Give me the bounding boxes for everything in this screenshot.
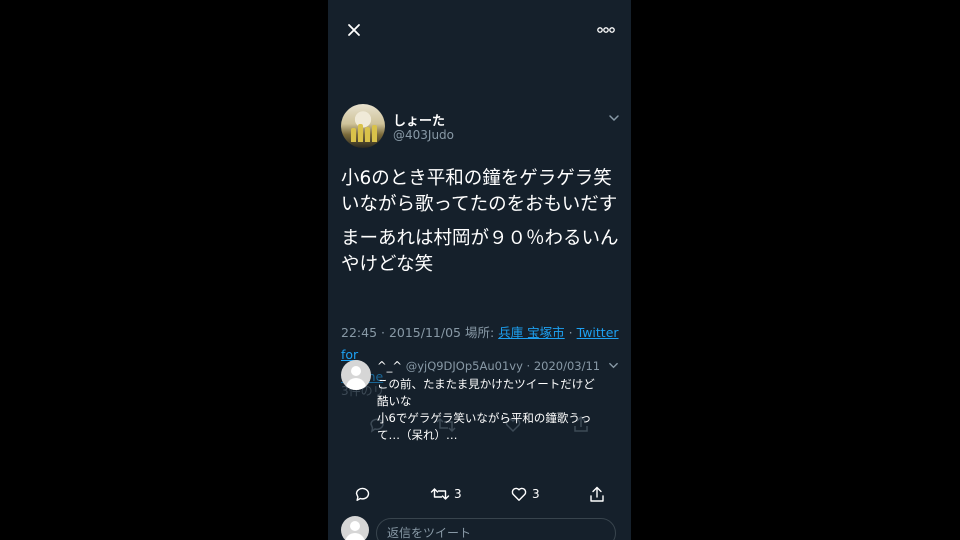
retweet-count: 3: [454, 487, 462, 501]
tweet-detail-screen: しょーた @403Judo 小6のとき平和の鐘をゲラゲラ笑いながら歌ってたのをお…: [328, 0, 631, 540]
author-handle[interactable]: @403Judo: [393, 128, 454, 142]
reply-composer: [328, 516, 631, 540]
chevron-down-icon[interactable]: [608, 112, 620, 124]
share-button[interactable]: [588, 482, 606, 506]
like-count: 3: [532, 487, 540, 501]
reply-text: この前、たまたま見かけたツイートだけど 酷いな 小6でゲラゲラ笑いながら平和の鐘…: [377, 376, 617, 444]
reply-header: ^_^ @yjQ9DJOp5Au01vy · 2020/03/11: [377, 359, 600, 373]
reply-input[interactable]: [376, 518, 616, 540]
reply-handle-date[interactable]: @yjQ9DJOp5Au01vy · 2020/03/11: [406, 359, 600, 373]
reply-author-name[interactable]: ^_^: [377, 359, 402, 373]
tweet-paragraph: 小6のとき平和の鐘をゲラゲラ笑いながら歌ってたのをおもいだす: [341, 168, 618, 215]
reply-line: て…（呆れ）…: [377, 428, 458, 442]
like-icon: [511, 487, 527, 501]
more-options-button[interactable]: [595, 22, 617, 38]
top-bar: [328, 0, 631, 60]
like-button[interactable]: 3: [510, 482, 540, 506]
author-name[interactable]: しょーた: [393, 110, 445, 129]
tweet-timestamp: 22:45 · 2015/11/05: [341, 325, 461, 340]
reply-line: 酷いな: [377, 394, 412, 408]
retweet-icon: [430, 488, 450, 500]
meta-separator: ·: [568, 325, 573, 340]
own-avatar: [341, 516, 369, 540]
reply-line: 小6でゲラゲラ笑いながら平和の鐘歌うっ: [377, 411, 592, 425]
location-link[interactable]: 兵庫 宝塚市: [498, 325, 564, 340]
location-prefix: 場所:: [464, 325, 495, 340]
reply-icon: [355, 487, 370, 501]
reply-line: この前、たまたま見かけたツイートだけど: [377, 377, 595, 391]
author-avatar[interactable]: [341, 104, 385, 148]
tweet-actions: 3 3: [328, 482, 631, 506]
more-icon: [597, 27, 615, 33]
retweet-button[interactable]: 3: [430, 482, 462, 506]
close-button[interactable]: [344, 20, 364, 40]
tweet-text: 小6のとき平和の鐘をゲラゲラ笑いながら歌ってたのをおもいだす まーあれは村岡が９…: [341, 166, 626, 286]
close-icon: [348, 24, 360, 36]
tweet-paragraph: まーあれは村岡が９０％わるいんやけどな笑: [341, 228, 619, 275]
chevron-down-icon[interactable]: [608, 360, 619, 371]
reply-button[interactable]: [353, 482, 371, 506]
share-icon: [590, 486, 604, 502]
reply-author-avatar[interactable]: [341, 360, 371, 390]
